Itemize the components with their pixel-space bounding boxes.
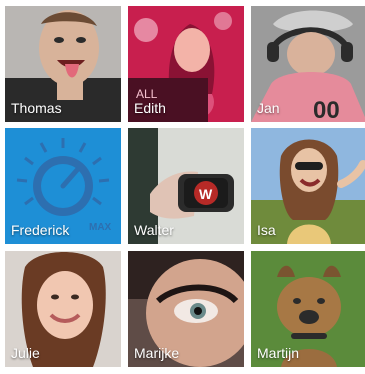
tile-label: Marijke: [134, 345, 180, 361]
tile-martijn[interactable]: Martijn: [251, 251, 365, 367]
shirt-text: ALL: [136, 87, 158, 101]
tile-label: Jan: [257, 100, 280, 116]
tile-marijke[interactable]: Marijke: [128, 251, 244, 367]
max-text: MAX: [89, 222, 112, 233]
tile-frederick[interactable]: MAX Frederick: [5, 128, 121, 244]
contact-grid: Thomas ALL Edith 00 Jan MAX Frederick W …: [0, 0, 365, 374]
tile-walter[interactable]: W Walter: [128, 128, 244, 244]
tile-label: Isa: [257, 222, 276, 238]
tile-isa[interactable]: Isa: [251, 128, 365, 244]
tile-label: Edith: [134, 100, 166, 116]
tile-jan[interactable]: 00 Jan: [251, 6, 365, 122]
tile-label: Julie: [11, 345, 40, 361]
tile-julie[interactable]: Julie: [5, 251, 121, 367]
shirt-number: 00: [313, 97, 340, 122]
tile-label: Frederick: [11, 222, 70, 238]
tile-edith[interactable]: ALL Edith: [128, 6, 244, 122]
tile-label: Walter: [134, 222, 174, 238]
tile-thomas[interactable]: Thomas: [5, 6, 121, 122]
tile-label: Martijn: [257, 345, 300, 361]
wilson-logo-icon: W: [199, 186, 213, 202]
tile-label: Thomas: [11, 100, 62, 116]
